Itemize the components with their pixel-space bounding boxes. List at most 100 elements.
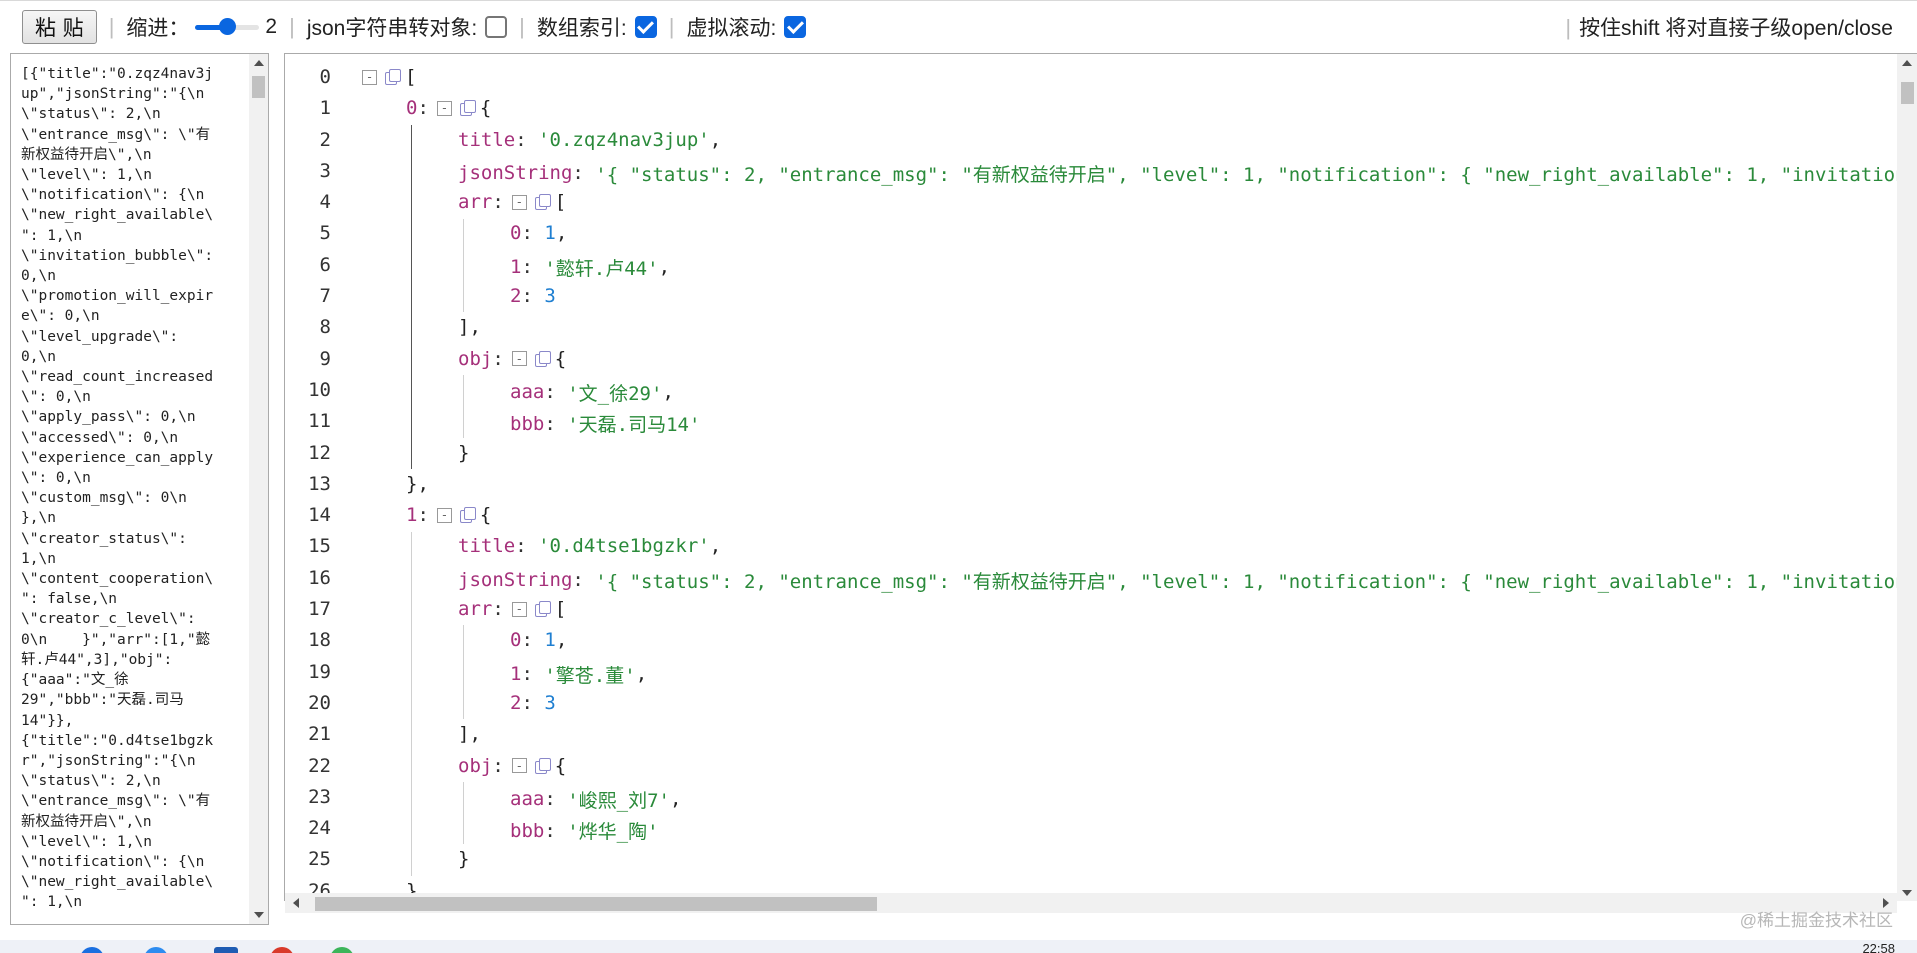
open-bracket: { <box>554 347 567 370</box>
open-bracket: { <box>554 754 567 777</box>
collapse-toggle[interactable]: - <box>511 194 527 210</box>
tree-row: 5 0: 1, <box>285 218 1897 249</box>
array-index-checkbox[interactable] <box>634 15 657 38</box>
tree-row-content: } <box>458 442 469 464</box>
tree-row-content: title: '0.zqz4nav3jup', <box>458 129 721 151</box>
paste-button[interactable]: 粘 贴 <box>22 9 97 44</box>
line-number: 1 <box>319 97 331 120</box>
indent-label: 缩进： <box>126 16 190 40</box>
key-colon: : <box>492 754 504 777</box>
collapse-toggle[interactable]: - <box>511 601 527 617</box>
taskbar-app-icon[interactable] <box>214 947 238 953</box>
tree-row-content: -[ <box>354 66 416 88</box>
comma: , <box>709 128 722 151</box>
scroll-thumb[interactable] <box>315 897 877 911</box>
tree-row-content: jsonString: '{ "status": 2, "entrance_ms… <box>458 160 1907 187</box>
key-colon: : <box>572 162 584 185</box>
line-number: 19 <box>308 660 331 683</box>
key-colon: : <box>417 504 429 527</box>
json-tree-rows: 0-[1 0: -{2 title: '0.zqz4nav3jup', 3 jsonStr… <box>285 62 1907 901</box>
copy-icon[interactable] <box>459 100 476 117</box>
tree-key: aaa <box>510 788 545 811</box>
string-value: '天磊.司马14' <box>567 414 701 437</box>
scroll-up-arrow-icon[interactable] <box>1902 60 1912 66</box>
scroll-down-arrow-icon[interactable] <box>254 912 264 918</box>
scroll-down-arrow-icon[interactable] <box>1902 890 1912 896</box>
collapse-toggle[interactable]: - <box>511 758 527 774</box>
tree-key: bbb <box>510 819 545 842</box>
line-number: 18 <box>308 629 331 652</box>
taskbar-app-icon[interactable] <box>80 947 104 953</box>
raw-json-textarea[interactable]: [{"title":"0.zqz4nav3j up","jsonString":… <box>10 53 269 925</box>
array-index-label: 数组索引: <box>536 16 627 40</box>
taskbar-clock: 22:58 <box>1862 941 1895 953</box>
taskbar-app-icon[interactable] <box>330 947 354 953</box>
key-colon: : <box>521 663 533 686</box>
tree-row: 2 title: '0.zqz4nav3jup', <box>285 125 1897 156</box>
tree-row-content: 0: - { <box>406 97 491 119</box>
key-colon: : <box>492 347 504 370</box>
collapse-toggle[interactable]: - <box>511 351 527 367</box>
tree-row-content: bbb: '烨华_陶' <box>510 817 659 844</box>
tree-row-content: 1: '懿轩.卢44', <box>510 254 670 281</box>
copy-icon[interactable] <box>534 194 551 211</box>
tree-row: 3 jsonString: '{ "status": 2, "entrance_m… <box>285 156 1907 187</box>
copy-icon[interactable] <box>459 507 476 524</box>
tree-row: 20 2: 3 <box>285 688 1897 719</box>
indent-slider-thumb[interactable] <box>219 17 237 35</box>
key-colon: : <box>492 598 504 621</box>
tree-row: 25} <box>285 844 1897 875</box>
string-value: '烨华_陶' <box>567 821 659 844</box>
json-to-object-checkbox[interactable] <box>485 15 508 38</box>
line-number: 9 <box>319 347 331 370</box>
taskbar-app-icon[interactable] <box>270 947 294 953</box>
tree-row: 23 aaa: '峻熙_刘7', <box>285 782 1897 813</box>
tree-vertical-scrollbar[interactable] <box>1897 54 1917 901</box>
indent-slider[interactable] <box>195 17 260 37</box>
taskbar-app-icon[interactable] <box>144 947 168 953</box>
collapse-toggle[interactable]: - <box>436 100 452 116</box>
tree-row-content: 2: 3 <box>510 285 556 307</box>
tree-row: 18 0: 1, <box>285 625 1897 656</box>
scroll-thumb[interactable] <box>1901 82 1914 104</box>
close-bracket: ], <box>458 723 481 746</box>
key-colon: : <box>521 285 533 308</box>
scroll-left-arrow-icon[interactable] <box>293 898 299 908</box>
key-colon: : <box>417 97 429 120</box>
line-number: 24 <box>308 817 331 840</box>
tree-row: 21], <box>285 719 1897 750</box>
string-value: '0.zqz4nav3jup' <box>538 128 710 151</box>
key-colon: : <box>515 535 527 558</box>
copy-icon[interactable] <box>534 601 551 618</box>
tree-key: 2 <box>510 285 522 308</box>
json-tree-view: 0-[1 0: -{2 title: '0.zqz4nav3jup', 3 jsonStr… <box>284 53 1917 901</box>
tree-row-content: arr: - [ <box>458 191 566 213</box>
copy-icon[interactable] <box>534 350 551 367</box>
key-colon: : <box>521 629 533 652</box>
number-value: 3 <box>544 285 556 308</box>
indent-guide <box>463 625 464 720</box>
tree-key: jsonString <box>458 162 573 185</box>
indent-guide <box>411 531 412 876</box>
scroll-thumb[interactable] <box>252 76 265 98</box>
virtual-scroll-checkbox[interactable] <box>784 15 807 38</box>
raw-json-scrollbar[interactable] <box>249 54 268 924</box>
tree-horizontal-scrollbar[interactable] <box>285 893 1897 913</box>
copy-icon[interactable] <box>534 757 551 774</box>
string-value: '{ "status": 2, "entrance_msg": "有新权益待开启… <box>595 163 1907 186</box>
line-number: 12 <box>308 441 331 464</box>
line-number: 20 <box>308 691 331 714</box>
key-colon: : <box>515 128 527 151</box>
scroll-up-arrow-icon[interactable] <box>254 60 264 66</box>
tree-row-content: ], <box>458 723 481 745</box>
json-to-object-label: json字符串转对象: <box>306 16 478 40</box>
collapse-toggle[interactable]: - <box>362 69 377 85</box>
tree-key: arr <box>458 598 493 621</box>
tree-row-content: 2: 3 <box>510 692 556 714</box>
key-colon: : <box>544 819 556 842</box>
comma: , <box>662 381 674 404</box>
tree-row: 13}, <box>285 469 1897 500</box>
copy-icon[interactable] <box>385 69 401 85</box>
tree-row-content: arr: - [ <box>458 598 566 620</box>
collapse-toggle[interactable]: - <box>436 507 452 523</box>
